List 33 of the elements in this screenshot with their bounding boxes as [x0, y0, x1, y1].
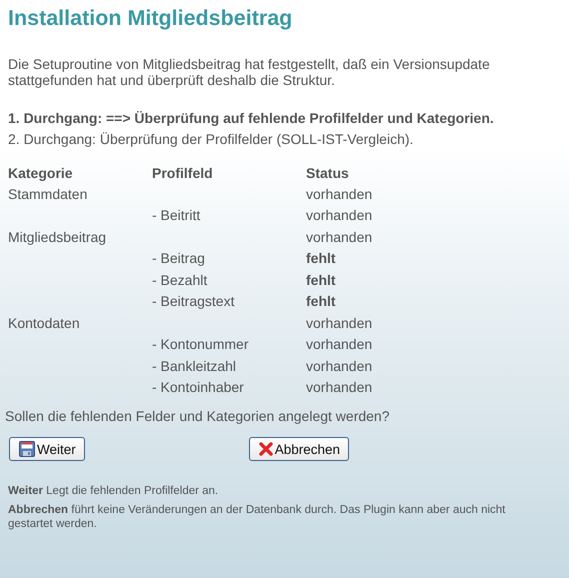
column-header: Profilfeld — [152, 164, 213, 180]
table-cell: vorhanden — [306, 228, 372, 245]
table-cell: vorhanden — [306, 207, 372, 224]
column-header: Kategorie — [8, 164, 73, 180]
table-cell: Mitgliedsbeitrag — [8, 228, 106, 245]
table-cell: - Bezahlt — [152, 272, 208, 288]
table-cell: Stammdaten — [8, 186, 88, 202]
table-cell: vorhanden — [306, 358, 372, 374]
pass-text: 1. Durchgang: ==> Überprüfung auf fehlende Profilfelder und Kategorien. — [8, 109, 494, 128]
table-cell: vorhanden — [306, 186, 372, 202]
pass-text: 2. Durchgang: Überprüfung der Profilfelder (SOLL-IST-Vergleich). — [8, 130, 414, 149]
question-text: Sollen die fehlenden Felder und Kategorien angelegt werden? — [5, 408, 390, 424]
table-cell: - Kontonummer — [152, 336, 248, 352]
table-cell: - Kontoinhaber — [152, 379, 244, 396]
cancel-button[interactable]: Abbrechen — [248, 437, 350, 461]
table-cell: vorhanden — [306, 336, 372, 352]
intro-text: Die Setuproutine von Mitgliedsbeitrag hat festgestellt, daß ein Versionsupdate stattgefunden hat und überprüft deshalb die Struktur. — [8, 56, 491, 88]
table-cell: - Bankleitzahl — [152, 358, 236, 374]
table-cell: fehlt — [306, 250, 336, 266]
table-cell: fehlt — [306, 272, 336, 288]
table-cell: - Beitrag — [152, 250, 205, 266]
table-cell: vorhanden — [306, 314, 372, 331]
table-cell: fehlt — [306, 293, 336, 310]
note-text: Abbrechen führt keine Veränderungen an der Datenbank durch. Das Plugin kann aber auch nicht gestartet werden. — [8, 503, 506, 531]
table-cell: - Beitragstext — [152, 293, 234, 310]
table-cell: Kontodaten — [8, 314, 80, 331]
continue-button[interactable]: Weiter — [9, 437, 85, 461]
table-cell: vorhanden — [306, 379, 372, 396]
column-header: Status — [306, 164, 349, 180]
close-icon — [258, 442, 273, 456]
page-title: Installation Mitgliedsbeitrag — [8, 6, 292, 31]
note-text: Weiter Legt die fehlenden Profilfelder an. — [8, 484, 220, 498]
table-cell: - Beitritt — [152, 207, 200, 224]
